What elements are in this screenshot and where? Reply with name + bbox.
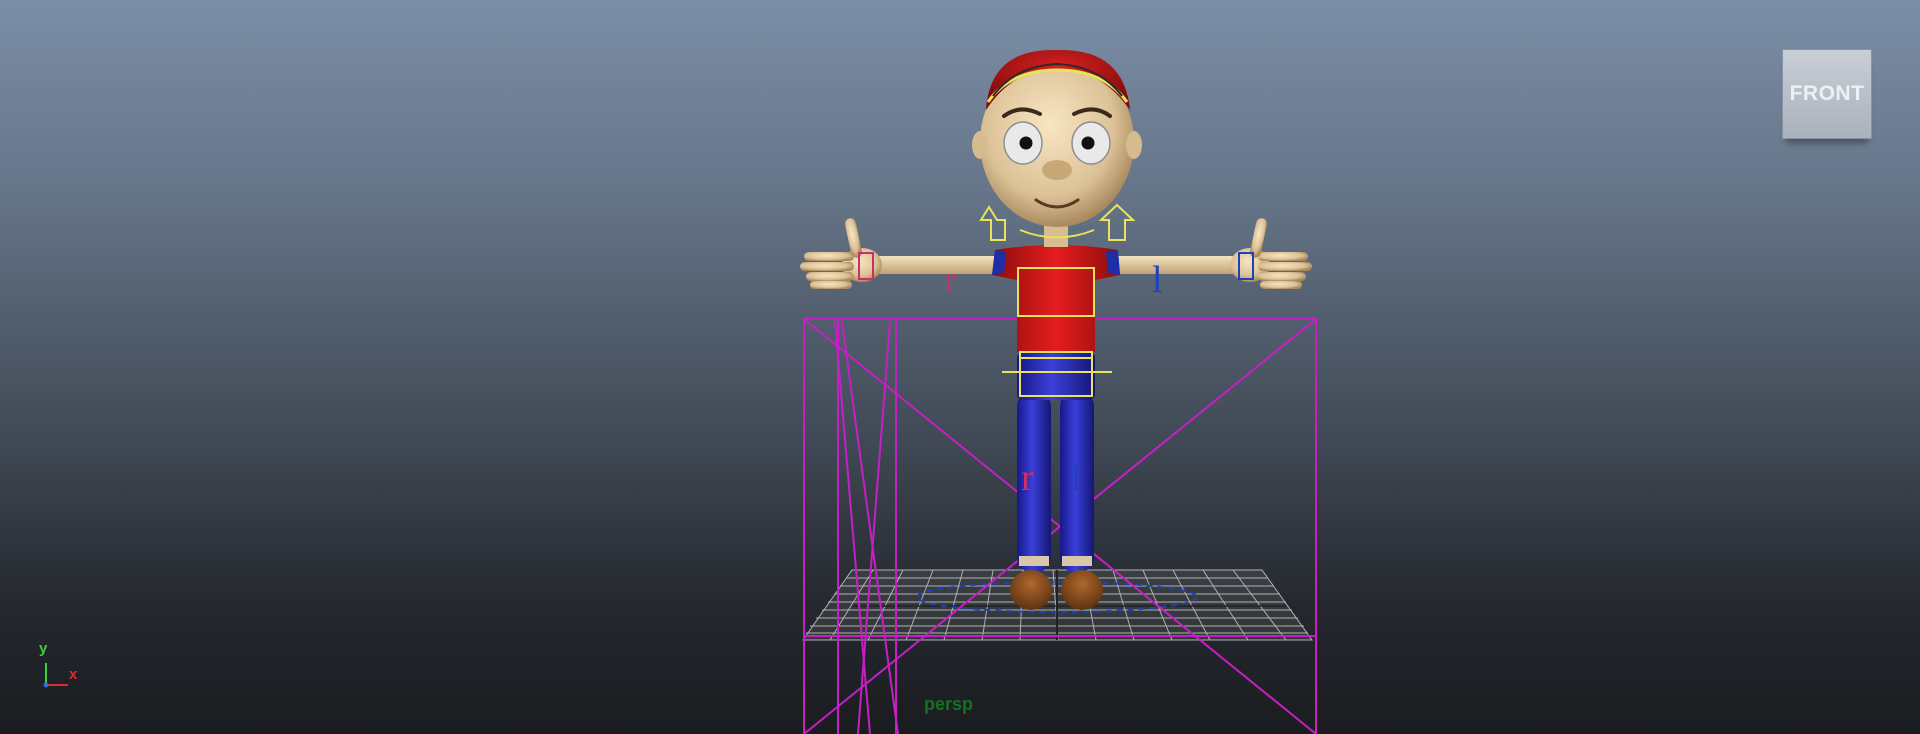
axis-x-label: x <box>69 666 78 683</box>
side-tag-arm-left[interactable]: l <box>1152 259 1163 301</box>
side-tag-leg-left[interactable]: l <box>1071 457 1082 499</box>
ground-grid <box>802 569 1313 641</box>
character-torso[interactable] <box>992 225 1120 352</box>
scene-canvas[interactable]: r l r l <box>0 0 1920 734</box>
side-tag-leg-right[interactable]: r <box>1021 457 1034 499</box>
camera-label: persp <box>924 694 974 714</box>
axis-indicator-icon <box>43 663 68 688</box>
viewport-persp[interactable]: r l r l FRONT persp y x <box>0 0 1920 734</box>
character-head[interactable] <box>972 49 1142 227</box>
axis-y-label: y <box>39 640 48 657</box>
view-cube-face-label[interactable]: FRONT <box>1790 82 1865 106</box>
character-hips[interactable] <box>1017 352 1095 400</box>
view-cube-icon[interactable]: FRONT <box>1782 49 1872 139</box>
side-tag-arm-right[interactable]: r <box>944 259 957 301</box>
